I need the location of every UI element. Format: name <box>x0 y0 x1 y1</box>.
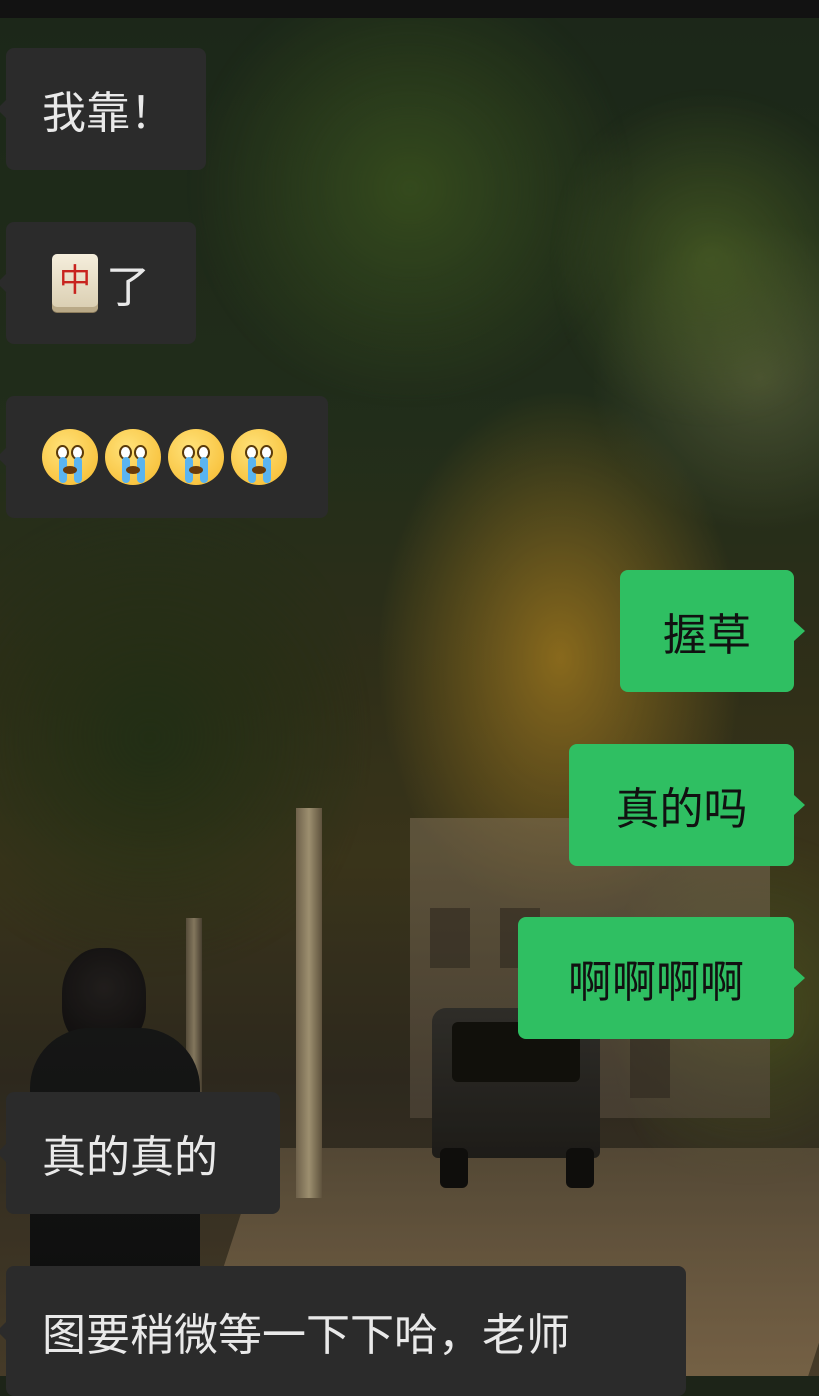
message-bubble-incoming[interactable]: 真的真的 <box>0 1092 280 1214</box>
message-text: 真的真的 <box>42 1132 218 1183</box>
message-bubble-outgoing[interactable]: 真的吗 <box>569 744 805 866</box>
crying-face-icon <box>168 429 224 485</box>
crying-face-icon <box>42 429 98 485</box>
message-bubble-outgoing[interactable]: 握草 <box>620 570 805 692</box>
crying-face-icon <box>105 429 161 485</box>
message-text: 握草 <box>663 610 751 661</box>
message-text: 了 <box>106 262 150 313</box>
message-bubble-outgoing[interactable]: 啊啊啊啊 <box>518 917 805 1039</box>
message-text: 啊啊啊啊 <box>568 957 744 1008</box>
crying-face-icon <box>231 429 287 485</box>
mahjong-tile-icon: 中 <box>52 254 98 312</box>
message-bubble-incoming[interactable]: 图要稍微等一下下哈，老师 <box>0 1266 686 1396</box>
message-bubble-incoming[interactable]: 中 了 <box>0 222 196 344</box>
message-bubble-incoming[interactable] <box>0 396 328 518</box>
message-bubble-incoming[interactable]: 我靠！ <box>0 48 206 170</box>
status-bar <box>0 0 819 18</box>
mahjong-tile-glyph: 中 <box>58 261 91 299</box>
message-text: 我靠！ <box>42 88 174 139</box>
message-text: 真的吗 <box>615 784 748 835</box>
message-text: 图要稍微等一下下哈，老师 <box>42 1310 570 1361</box>
